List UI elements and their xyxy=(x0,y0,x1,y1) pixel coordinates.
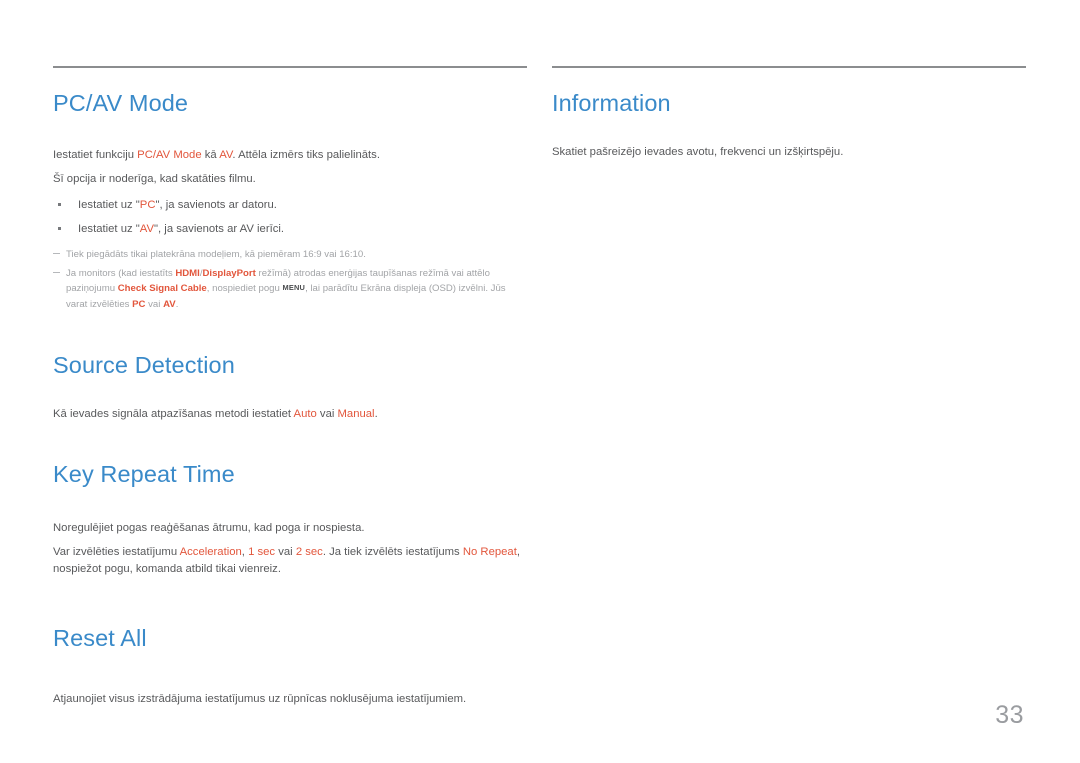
page-number: 33 xyxy=(995,701,1024,729)
paragraph-reset-all-1: Atjaunojiet visus izstrādājuma iestatīju… xyxy=(53,693,467,706)
paragraph-pc-av-mode-1: Iestatiet funkciju PC/AV Mode kā AV. Att… xyxy=(53,147,527,164)
term-manual: Manual xyxy=(337,408,375,420)
text-run: ", ja savienots ar datoru. xyxy=(155,199,277,212)
note-item: Tiek piegādāts tikai platekrāna modeļiem… xyxy=(53,247,527,263)
term-check-signal-cable: Check Signal Cable xyxy=(117,283,207,295)
text-run: vai xyxy=(316,408,338,420)
term-pc: PC xyxy=(132,298,146,310)
document-page: PC/AV Mode Iestatiet funkciju PC/AV Mode… xyxy=(0,0,1080,763)
list-item: Iestatiet uz "AV", ja savienots ar AV ie… xyxy=(53,221,527,238)
term-acceleration: Acceleration xyxy=(179,546,242,559)
text-run: kā xyxy=(201,148,220,161)
text-run: . xyxy=(175,298,179,310)
list-item: Iestatiet uz "PC", ja savienots ar dator… xyxy=(53,197,527,214)
text-run: Iestatiet funkciju xyxy=(53,148,138,161)
heading-source-detection: Source Detection xyxy=(53,352,235,379)
text-run: vai xyxy=(275,546,296,559)
term-pc-av-mode: PC/AV Mode xyxy=(137,148,202,161)
term-displayport: DisplayPort xyxy=(202,267,256,279)
term-1-sec: 1 sec xyxy=(248,546,276,559)
text-run: Ja monitors (kad iestatīts xyxy=(66,267,176,279)
note-item: Ja monitors (kad iestatīts HDMI/DisplayP… xyxy=(53,266,527,313)
term-av: AV xyxy=(139,223,155,236)
text-run: Iestatiet uz " xyxy=(78,199,140,212)
bullet-list-pc-av-mode: Iestatiet uz "PC", ja savienots ar dator… xyxy=(53,197,527,238)
paragraph-key-repeat-time-1: Noregulējiet pogas reaģēšanas ātrumu, ka… xyxy=(53,522,365,534)
text-run: , nospiediet pogu xyxy=(206,283,283,295)
note-dash-icon xyxy=(53,271,60,273)
heading-reset-all: Reset All xyxy=(53,625,147,652)
text-run: Var izvēlēties iestatījumu xyxy=(53,546,180,559)
right-column: Information Skatiet pašreizējo ievades a… xyxy=(552,66,1026,708)
term-pc: PC xyxy=(139,199,156,212)
section-key-repeat-time: Key Repeat Time Noregulējiet pogas reaģē… xyxy=(53,423,527,578)
paragraph-source-detection-1: Kā ievades signāla atpazīšanas metodi ie… xyxy=(53,406,527,423)
menu-key-icon: MENU xyxy=(282,283,306,293)
text-run: . Ja tiek izvēlēts iestatījums xyxy=(322,546,463,559)
paragraph-information-1: Skatiet pašreizējo ievades avotu, frekve… xyxy=(552,145,844,158)
text-run: . xyxy=(374,408,378,420)
text-run: . Attēla izmērs tiks palielināts. xyxy=(232,148,380,161)
note-dash-icon xyxy=(53,253,60,255)
paragraph-pc-av-mode-2: Šī opcija ir noderīga, kad skatāties fil… xyxy=(53,173,256,185)
note-list-pc-av-mode: Tiek piegādāts tikai platekrāna modeļiem… xyxy=(53,247,527,312)
term-2-sec: 2 sec xyxy=(295,546,323,559)
heading-information: Information xyxy=(552,90,671,116)
section-source-detection: Source Detection Kā ievades signāla atpa… xyxy=(53,315,527,423)
heading-pc-av-mode: PC/AV Mode xyxy=(53,90,189,116)
text-run: Iestatiet uz " xyxy=(78,223,140,236)
section-pc-av-mode: PC/AV Mode Iestatiet funkciju PC/AV Mode… xyxy=(53,68,527,312)
term-no-repeat: No Repeat xyxy=(462,546,517,559)
two-column-layout: PC/AV Mode Iestatiet funkciju PC/AV Mode… xyxy=(53,66,1026,708)
term-av: AV xyxy=(219,148,233,161)
section-information: Information Skatiet pašreizējo ievades a… xyxy=(552,68,1026,161)
text-run: Tiek piegādāts tikai platekrāna modeļiem… xyxy=(66,249,366,261)
bullet-icon xyxy=(58,203,61,207)
section-reset-all: Reset All Atjaunojiet visus izstrādājuma… xyxy=(53,578,527,708)
bullet-icon xyxy=(58,227,61,231)
text-run: Kā ievades signāla atpazīšanas metodi ie… xyxy=(53,408,294,420)
term-auto: Auto xyxy=(293,408,317,420)
left-column: PC/AV Mode Iestatiet funkciju PC/AV Mode… xyxy=(53,66,527,708)
term-hdmi: HDMI xyxy=(175,267,200,279)
heading-key-repeat-time: Key Repeat Time xyxy=(53,461,235,488)
term-av: AV xyxy=(163,298,176,310)
text-run: vai xyxy=(145,298,164,310)
paragraph-key-repeat-time-2: Var izvēlēties iestatījumu Acceleration,… xyxy=(53,544,527,578)
text-run: ", ja savienots ar AV ierīci. xyxy=(154,223,285,236)
